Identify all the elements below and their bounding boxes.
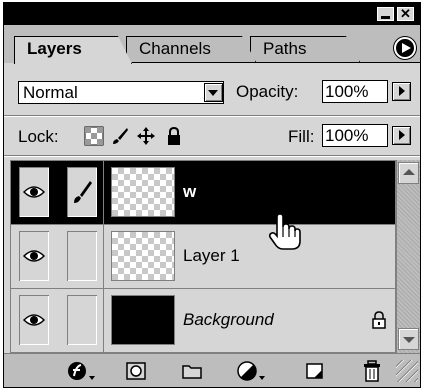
fill-label: Fill: [288, 127, 315, 146]
lock-icon [372, 311, 386, 329]
layer-row-layer-1[interactable]: Layer 1 [11, 225, 395, 289]
layer-link-toggle[interactable] [67, 231, 97, 281]
lock-transparent-pixels-icon[interactable] [84, 126, 104, 146]
visibility-toggle[interactable] [19, 231, 49, 281]
layer-thumbnail [111, 231, 175, 281]
lock-all-icon[interactable] [164, 126, 184, 146]
minimize-button[interactable] [377, 7, 394, 21]
layer-name: Background [183, 310, 274, 329]
divider [4, 115, 420, 117]
eye-icon [22, 250, 46, 262]
scroll-up-button[interactable] [398, 162, 419, 184]
layers-scrollbar[interactable] [396, 160, 420, 353]
layer-row-background[interactable]: Background [11, 289, 395, 353]
eye-icon [22, 314, 46, 326]
palette-menu-button[interactable] [394, 37, 416, 59]
close-button[interactable]: ✕ [397, 7, 414, 21]
layers-list: w Layer 1 Background [10, 160, 396, 353]
eye-icon [22, 186, 46, 198]
layer-row-w[interactable]: w [11, 161, 395, 225]
visibility-toggle[interactable] [19, 295, 49, 345]
row-gutter [103, 289, 104, 353]
lock-label: Lock: [18, 127, 59, 146]
layer-thumbnail [111, 295, 175, 345]
brush-icon [74, 181, 92, 203]
add-mask-icon[interactable] [124, 360, 148, 382]
tab-paths[interactable]: Paths [250, 36, 360, 62]
resize-grip[interactable] [396, 360, 418, 382]
palette-titlebar[interactable]: ✕ [4, 3, 420, 25]
blend-mode-dropdown-icon[interactable] [204, 83, 223, 102]
scroll-down-button[interactable] [398, 328, 419, 350]
layer-thumbnail [111, 167, 175, 217]
tab-divider [132, 62, 420, 63]
layer-style-icon[interactable] [66, 360, 96, 382]
row-gutter [103, 161, 104, 225]
trash-icon[interactable] [360, 360, 384, 382]
layers-toolbar [4, 353, 420, 387]
layer-link-toggle[interactable] [67, 295, 97, 345]
layer-link-toggle[interactable] [67, 167, 97, 217]
lock-image-pixels-icon[interactable] [110, 126, 130, 146]
tab-channels[interactable]: Channels [126, 36, 256, 62]
lock-position-icon[interactable] [136, 126, 156, 146]
layer-name: Layer 1 [183, 246, 240, 265]
fill-input[interactable]: 100% [322, 124, 388, 147]
opacity-slider-button[interactable] [392, 82, 411, 101]
layer-name: w [183, 182, 197, 201]
hand-cursor-icon [268, 213, 301, 250]
new-set-icon[interactable] [180, 360, 204, 382]
opacity-input[interactable]: 100% [322, 80, 388, 103]
fill-slider-button[interactable] [392, 126, 411, 145]
divider [4, 155, 420, 157]
opacity-label: Opacity: [236, 82, 299, 101]
layers-palette: ✕ Paths Channels Layers Normal Opacity: … [3, 2, 421, 388]
row-gutter [103, 225, 104, 289]
new-layer-icon[interactable] [302, 360, 326, 382]
tab-layers[interactable]: Layers [14, 36, 132, 64]
blend-mode-select[interactable]: Normal [18, 81, 224, 104]
adjustment-layer-icon[interactable] [236, 360, 266, 382]
visibility-toggle[interactable] [19, 167, 49, 217]
tab-bar: Paths Channels Layers [4, 25, 420, 63]
